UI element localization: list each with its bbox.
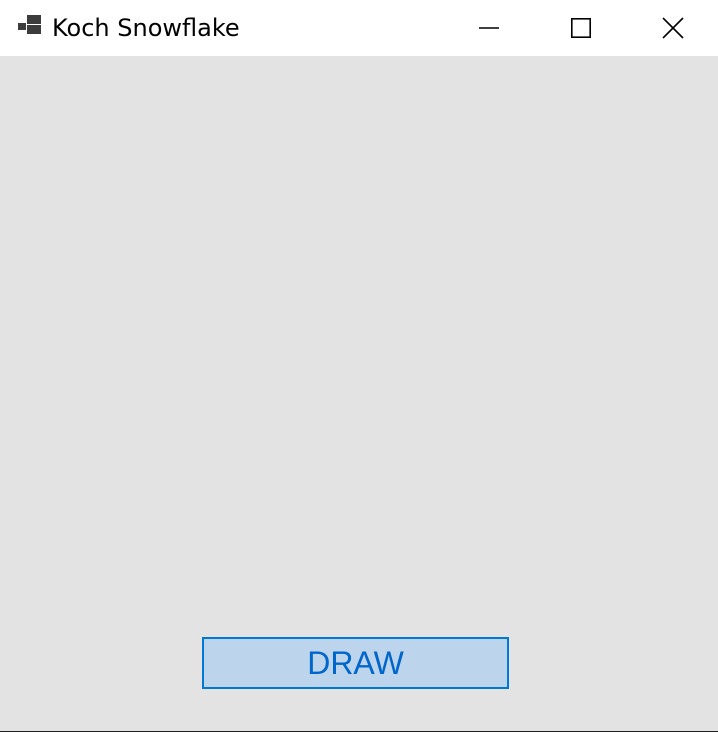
window-title: Koch Snowflake (52, 14, 240, 42)
draw-button[interactable]: DRAW (202, 637, 509, 689)
drawing-area: DRAW (0, 56, 718, 731)
close-button[interactable] (627, 0, 718, 56)
minimize-icon (478, 17, 500, 39)
maximize-icon (570, 17, 592, 39)
app-window: Koch Snowflake DRAW (0, 0, 718, 732)
title-bar[interactable]: Koch Snowflake (0, 0, 718, 56)
application-icon (18, 14, 42, 36)
minimize-button[interactable] (443, 0, 535, 56)
close-icon (662, 17, 684, 39)
maximize-button[interactable] (535, 0, 627, 56)
